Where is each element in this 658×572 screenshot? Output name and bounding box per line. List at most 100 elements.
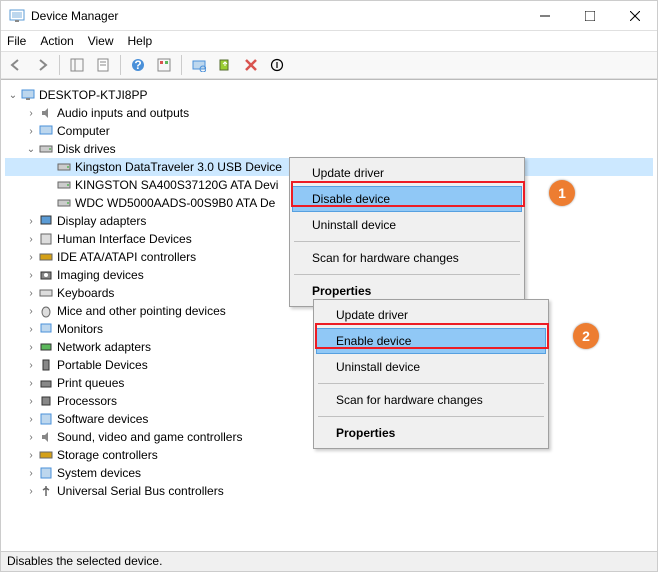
back-button[interactable]	[5, 54, 27, 76]
ctx-enable-device[interactable]: Enable device	[316, 328, 546, 354]
chevron-right-icon[interactable]: ›	[25, 216, 37, 227]
tree-item-label: Disk drives	[57, 142, 116, 156]
ctx-scan-hardware[interactable]: Scan for hardware changes	[292, 245, 522, 271]
category-icon	[37, 231, 55, 247]
category-icon	[37, 411, 55, 427]
category-icon	[37, 249, 55, 265]
close-button[interactable]	[612, 1, 657, 31]
ctx-update-driver[interactable]: Update driver	[316, 302, 546, 328]
chevron-right-icon[interactable]: ›	[25, 252, 37, 263]
tree-item-label: Display adapters	[57, 214, 146, 228]
ctx-scan-hardware[interactable]: Scan for hardware changes	[316, 387, 546, 413]
category-icon	[37, 393, 55, 409]
maximize-button[interactable]	[567, 1, 612, 31]
action-icon[interactable]	[153, 54, 175, 76]
menu-help[interactable]: Help	[128, 34, 153, 48]
chevron-right-icon[interactable]: ›	[25, 396, 37, 407]
tree-item-label: WDC WD5000AADS-00S9B0 ATA De	[75, 196, 275, 210]
minimize-button[interactable]	[522, 1, 567, 31]
menu-view[interactable]: View	[88, 34, 114, 48]
ctx-update-driver[interactable]: Update driver	[292, 160, 522, 186]
category-icon	[37, 429, 55, 445]
chevron-down-icon[interactable]: ⌄	[7, 90, 19, 101]
scan-hardware-icon[interactable]	[188, 54, 210, 76]
category-icon	[37, 483, 55, 499]
chevron-right-icon[interactable]: ›	[25, 468, 37, 479]
statusbar: Disables the selected device.	[1, 551, 657, 571]
computer-icon	[19, 87, 37, 103]
uninstall-device-icon[interactable]	[240, 54, 262, 76]
chevron-right-icon[interactable]: ›	[25, 486, 37, 497]
tree-item-label: Audio inputs and outputs	[57, 106, 189, 120]
category-icon	[37, 465, 55, 481]
forward-button[interactable]	[31, 54, 53, 76]
menu-file[interactable]: File	[7, 34, 26, 48]
device-tree: ⌄ DESKTOP-KTJI8PP › Audio inputs and outp…	[1, 79, 657, 551]
tree-item-label: Storage controllers	[57, 448, 158, 462]
category-icon	[37, 123, 55, 139]
tree-item-label: Processors	[57, 394, 117, 408]
chevron-right-icon[interactable]: ›	[25, 360, 37, 371]
tree-item-label: Sound, video and game controllers	[57, 430, 242, 444]
context-menu-enable: Update driver Enable device Uninstall de…	[313, 299, 549, 449]
tree-item-label: Monitors	[57, 322, 103, 336]
tree-item[interactable]: › Universal Serial Bus controllers	[5, 482, 653, 500]
chevron-down-icon[interactable]: ⌄	[25, 144, 37, 155]
tree-item-label: Software devices	[57, 412, 148, 426]
drive-icon	[55, 195, 73, 211]
menu-action[interactable]: Action	[40, 34, 73, 48]
chevron-right-icon[interactable]: ›	[25, 432, 37, 443]
toolbar-separator	[120, 55, 121, 75]
chevron-right-icon[interactable]: ›	[25, 414, 37, 425]
annotation-badge-1: 1	[549, 180, 575, 206]
chevron-right-icon[interactable]: ›	[25, 270, 37, 281]
tree-root[interactable]: ⌄ DESKTOP-KTJI8PP	[5, 86, 653, 104]
chevron-right-icon[interactable]: ›	[25, 342, 37, 353]
tree-item-label: IDE ATA/ATAPI controllers	[57, 250, 196, 264]
show-hide-console-tree-icon[interactable]	[66, 54, 88, 76]
chevron-right-icon[interactable]: ›	[25, 234, 37, 245]
context-menu-disable: Update driver Disable device Uninstall d…	[289, 157, 525, 307]
ctx-uninstall-device[interactable]: Uninstall device	[292, 212, 522, 238]
tree-item[interactable]: › System devices	[5, 464, 653, 482]
chevron-right-icon[interactable]: ›	[25, 450, 37, 461]
tree-item[interactable]: ›Computer	[5, 122, 653, 140]
category-icon	[37, 267, 55, 283]
chevron-right-icon[interactable]: ›	[25, 288, 37, 299]
toolbar-separator	[59, 55, 60, 75]
tree-item-label: Human Interface Devices	[57, 232, 192, 246]
category-icon	[37, 375, 55, 391]
ctx-separator	[294, 274, 520, 275]
status-text: Disables the selected device.	[7, 554, 162, 568]
properties-icon[interactable]	[92, 54, 114, 76]
drive-icon	[55, 177, 73, 193]
category-icon	[37, 285, 55, 301]
chevron-right-icon[interactable]: ›	[25, 324, 37, 335]
menubar: File Action View Help	[1, 31, 657, 51]
category-icon	[37, 213, 55, 229]
chevron-right-icon[interactable]: ›	[25, 108, 37, 119]
ctx-disable-device[interactable]: Disable device	[292, 186, 522, 212]
tree-item-label: Keyboards	[57, 286, 114, 300]
update-driver-icon[interactable]	[214, 54, 236, 76]
annotation-badge-2: 2	[573, 323, 599, 349]
tree-item-label: System devices	[57, 466, 141, 480]
tree-item[interactable]: › Audio inputs and outputs	[5, 104, 653, 122]
toolbar: ?	[1, 51, 657, 79]
category-icon	[37, 141, 55, 157]
chevron-right-icon[interactable]: ›	[25, 126, 37, 137]
ctx-properties[interactable]: Properties	[316, 420, 546, 446]
svg-text:?: ?	[134, 58, 141, 72]
chevron-right-icon[interactable]: ›	[25, 378, 37, 389]
tree-item-label: Universal Serial Bus controllers	[57, 484, 224, 498]
ctx-uninstall-device[interactable]: Uninstall device	[316, 354, 546, 380]
disable-device-icon[interactable]	[266, 54, 288, 76]
category-icon	[37, 339, 55, 355]
drive-icon	[55, 159, 73, 175]
category-icon	[37, 303, 55, 319]
tree-item[interactable]: ⌄ Disk drives	[5, 140, 653, 158]
device-manager-icon	[9, 8, 25, 24]
tree-item-label: Portable Devices	[57, 358, 148, 372]
help-icon[interactable]: ?	[127, 54, 149, 76]
chevron-right-icon[interactable]: ›	[25, 306, 37, 317]
